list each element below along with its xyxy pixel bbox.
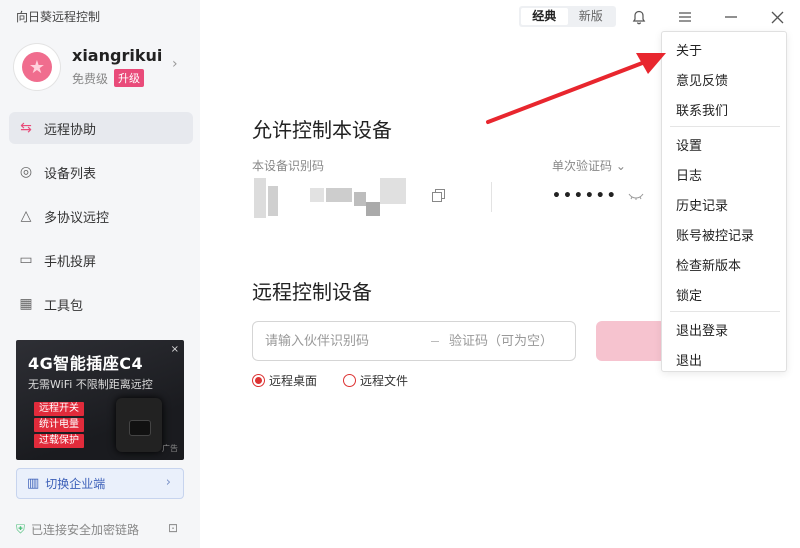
one-time-code-label-text: 单次验证码 xyxy=(552,159,613,173)
ad-label: 广告 xyxy=(162,444,178,453)
connect-button[interactable] xyxy=(596,321,666,361)
menu-divider xyxy=(670,311,780,312)
multi-protocol-icon: △ xyxy=(20,208,32,224)
ad-subtitle: 无需WiFi 不限制距离远控 xyxy=(28,378,153,391)
one-time-code-label[interactable]: 单次验证码 ⌄ xyxy=(552,157,626,174)
device-list-icon: ◎ xyxy=(19,164,33,180)
menu-divider xyxy=(670,126,780,127)
shield-check-icon: ⛨ xyxy=(16,522,26,536)
menu-item-account-control-log[interactable]: 账号被控记录 xyxy=(676,225,754,244)
ad-banner[interactable]: 4G智能插座C4 无需WiFi 不限制距离远控 远程开关 统计电量 过载保护 ×… xyxy=(16,340,184,460)
close-icon[interactable]: × xyxy=(171,344,179,355)
copy-icon[interactable] xyxy=(432,189,446,203)
upgrade-badge[interactable]: 升级 xyxy=(114,69,144,87)
sidebar: 向日葵远程控制 ★ xiangrikui 免费级 升级 › ⇆ 远程协助 ◎ 设… xyxy=(0,0,200,548)
sidebar-item-toolkit[interactable]: ▦ 工具包 xyxy=(9,288,193,320)
menu-item-logout[interactable]: 退出登录 xyxy=(676,320,728,339)
chevron-right-icon: › xyxy=(165,475,171,490)
sidebar-item-multi-protocol[interactable]: △ 多协议远控 xyxy=(9,200,193,232)
remote-assist-icon: ⇆ xyxy=(20,120,32,136)
allow-control-title: 允许控制本设备 xyxy=(252,118,392,142)
menu-item-feedback[interactable]: 意见反馈 xyxy=(676,70,728,89)
sidebar-item-label: 工具包 xyxy=(44,298,84,314)
divider xyxy=(491,182,492,212)
eye-closed-icon[interactable] xyxy=(628,190,644,204)
chevron-down-icon: ⌄ xyxy=(615,159,626,173)
menu-item-contact[interactable]: 联系我们 xyxy=(676,100,728,119)
sidebar-item-screen-cast[interactable]: ▭ 手机投屏 xyxy=(9,244,193,276)
smart-socket-image xyxy=(116,398,162,452)
radio-label[interactable]: 远程文件 xyxy=(360,372,408,389)
main-menu-dropdown: 关于 意见反馈 联系我们 设置 日志 历史记录 账号被控记录 检查新版本 锁定 … xyxy=(661,31,787,372)
account-tier: 免费级 xyxy=(72,72,109,86)
annotation-arrow xyxy=(486,53,666,124)
sidebar-item-label: 设备列表 xyxy=(44,166,97,182)
menu-item-history[interactable]: 历史记录 xyxy=(676,195,728,214)
radio-remote-desktop[interactable] xyxy=(252,374,265,387)
switch-enterprise-label: 切换企业端 xyxy=(45,477,106,491)
sidebar-nav: ⇆ 远程协助 ◎ 设备列表 △ 多协议远控 ▭ 手机投屏 ▦ 工具包 xyxy=(9,112,193,332)
sunflower-logo-icon: ★ xyxy=(22,52,52,82)
mode-new-button[interactable]: 新版 xyxy=(568,8,615,25)
mode-switch: 经典 新版 xyxy=(519,6,616,27)
connection-status-text: 已连接安全加密链路 xyxy=(31,523,140,537)
sidebar-item-label: 远程协助 xyxy=(44,122,97,138)
remote-control-title: 远程控制设备 xyxy=(252,280,372,304)
connection-status: ⛨ 已连接安全加密链路 xyxy=(16,521,139,538)
app-title: 向日葵远程控制 xyxy=(16,10,101,24)
ad-tag: 远程开关 xyxy=(34,402,84,416)
verification-code-input[interactable] xyxy=(449,322,573,360)
ad-title: 4G智能插座C4 xyxy=(28,354,144,373)
menu-item-settings[interactable]: 设置 xyxy=(676,135,702,154)
radio-remote-file[interactable] xyxy=(343,374,357,387)
mode-classic-button[interactable]: 经典 xyxy=(521,8,568,25)
avatar[interactable]: ★ xyxy=(14,44,60,90)
device-id-value-blurred xyxy=(254,178,408,218)
menu-item-check-update[interactable]: 检查新版本 xyxy=(676,255,741,274)
username: xiangrikui xyxy=(72,46,163,65)
sidebar-item-label: 多协议远控 xyxy=(44,210,110,226)
menu-icon[interactable] xyxy=(674,6,696,28)
chevron-right-icon[interactable]: › xyxy=(172,56,178,72)
verification-code-value: •••••• xyxy=(552,188,618,204)
user-profile[interactable]: ★ xiangrikui 免费级 升级 › xyxy=(14,44,194,90)
screen-cast-icon: ▭ xyxy=(19,252,33,268)
menu-item-exit[interactable]: 退出 xyxy=(676,350,702,369)
separator xyxy=(431,341,439,342)
toolkit-icon: ▦ xyxy=(19,296,33,312)
remote-mode-options: 远程桌面 远程文件 xyxy=(252,372,434,389)
close-icon[interactable] xyxy=(766,6,788,28)
menu-item-lock[interactable]: 锁定 xyxy=(676,285,702,304)
minimize-icon[interactable] xyxy=(720,6,742,28)
sidebar-item-device-list[interactable]: ◎ 设备列表 xyxy=(9,156,193,188)
bell-icon[interactable] xyxy=(628,6,650,28)
menu-item-about[interactable]: 关于 xyxy=(676,40,702,59)
device-id-label: 本设备识别码 xyxy=(252,159,325,173)
sidebar-item-remote-assist[interactable]: ⇆ 远程协助 xyxy=(9,112,193,144)
ad-tag: 过载保护 xyxy=(34,434,84,448)
lock-icon[interactable]: ⊡ xyxy=(168,521,178,535)
ad-tag: 统计电量 xyxy=(34,418,84,432)
sidebar-item-label: 手机投屏 xyxy=(44,254,97,270)
building-icon: ▥ xyxy=(27,476,40,491)
radio-label[interactable]: 远程桌面 xyxy=(269,372,317,389)
partner-id-input[interactable] xyxy=(265,322,425,360)
remote-connect-box xyxy=(252,321,576,361)
switch-enterprise-button[interactable]: ▥ 切换企业端 › xyxy=(16,468,184,499)
menu-item-logs[interactable]: 日志 xyxy=(676,165,702,184)
